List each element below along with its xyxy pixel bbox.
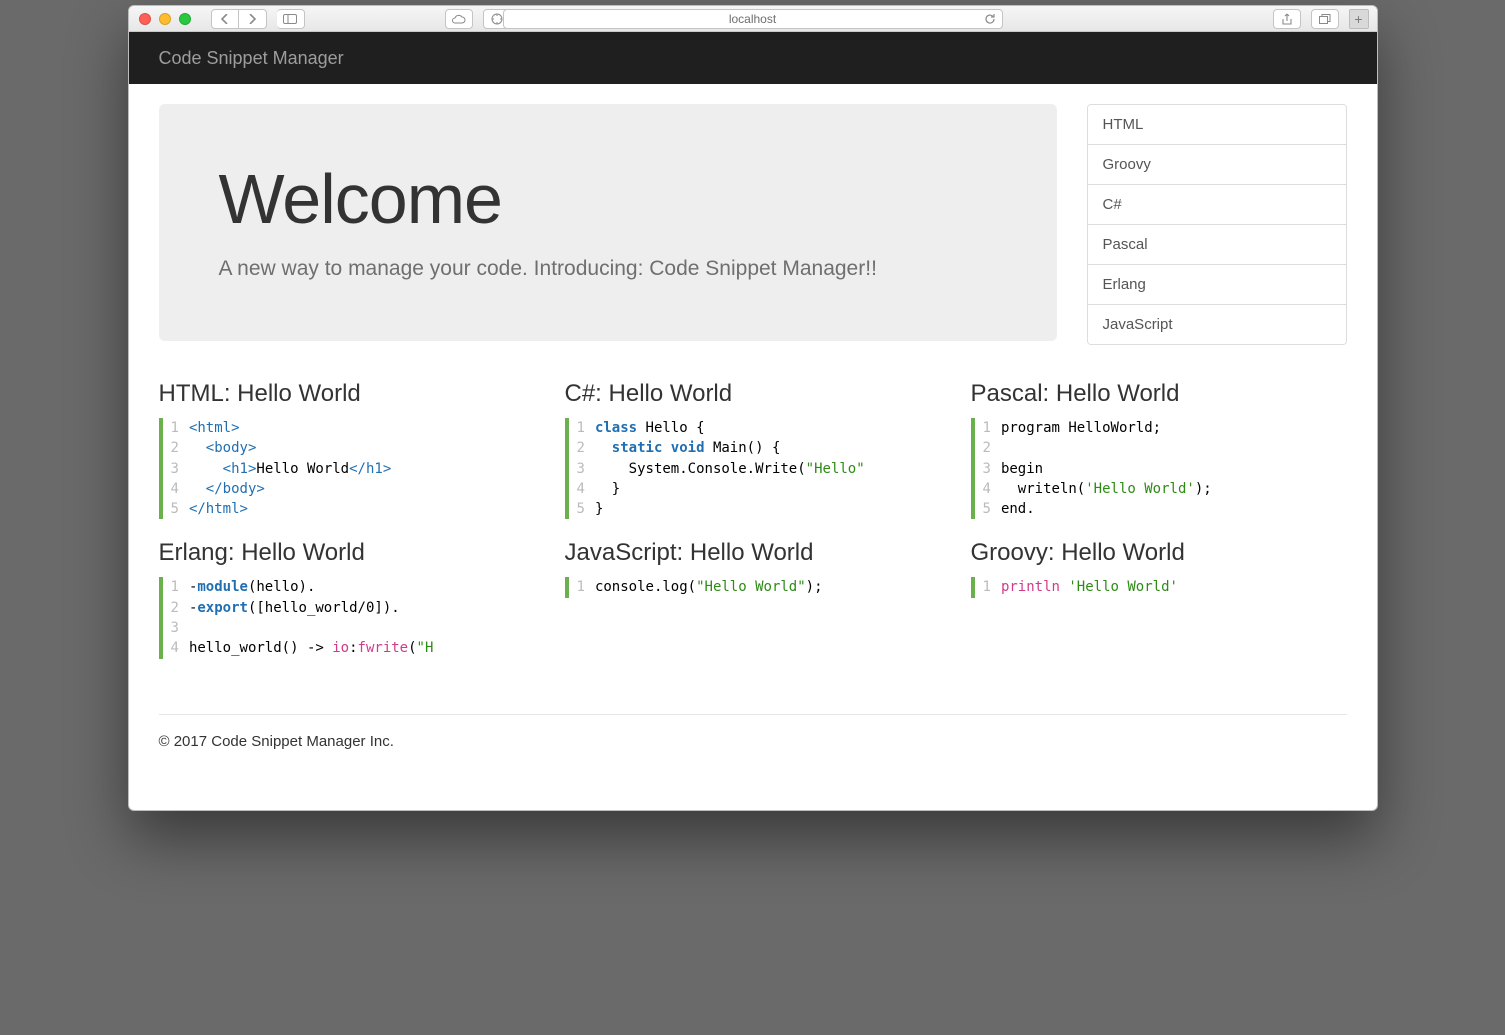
hero-jumbotron: Welcome A new way to manage your code. I… — [159, 104, 1057, 341]
new-tab-button[interactable]: + — [1349, 9, 1369, 29]
icloud-tabs-button[interactable] — [445, 9, 473, 29]
line-numbers: 1 2 3 4 5 — [569, 418, 595, 519]
cloud-icon — [451, 14, 467, 24]
snippet-title: Erlang: Hello World — [159, 539, 535, 567]
code-body: class Hello { static void Main() { Syste… — [595, 418, 865, 519]
snippet-title: JavaScript: Hello World — [565, 539, 941, 567]
language-item[interactable]: Pascal — [1088, 225, 1346, 265]
sidebar-icon — [283, 14, 297, 24]
snippet-card: Erlang: Hello World 1 2 3 4-module(hello)… — [159, 539, 535, 658]
brand-text[interactable]: Code Snippet Manager — [159, 48, 344, 69]
code-body: println 'Hello World' — [1001, 577, 1178, 597]
compass-icon — [491, 13, 503, 25]
code-body: program HelloWorld; begin writeln('Hello… — [1001, 418, 1212, 519]
plus-icon: + — [1354, 11, 1362, 27]
snippet-title: HTML: Hello World — [159, 380, 535, 408]
code-block: 1println 'Hello World' — [971, 577, 1347, 597]
code-block: 1 2 3 4 5program HelloWorld; begin write… — [971, 418, 1347, 519]
line-numbers: 1 2 3 4 5 — [163, 418, 189, 519]
minimize-window-button[interactable] — [159, 13, 171, 25]
language-item[interactable]: Erlang — [1088, 265, 1346, 305]
nav-back-forward — [211, 9, 267, 29]
language-item[interactable]: JavaScript — [1088, 305, 1346, 344]
back-button[interactable] — [211, 9, 239, 29]
snippet-card: C#: Hello World 1 2 3 4 5class Hello { st… — [565, 380, 941, 519]
code-block: 1 2 3 4 5<html> <body> <h1>Hello World</… — [159, 418, 535, 519]
address-text: localhost — [729, 12, 776, 26]
sidebar-toggle-button[interactable] — [277, 9, 305, 29]
browser-titlebar: localhost + — [129, 6, 1377, 32]
tabs-icon — [1319, 14, 1331, 24]
code-body: <html> <body> <h1>Hello World</h1> </bod… — [189, 418, 391, 519]
reload-button[interactable] — [984, 13, 996, 25]
language-item[interactable]: C# — [1088, 185, 1346, 225]
snippet-card: HTML: Hello World 1 2 3 4 5<html> <body> … — [159, 380, 535, 519]
chevron-right-icon — [248, 14, 256, 24]
footer-divider — [159, 714, 1347, 715]
chevron-left-icon — [221, 14, 229, 24]
code-body: -module(hello). -export([hello_world/0])… — [189, 577, 433, 658]
language-list: HTMLGroovyC#PascalErlangJavaScript — [1087, 104, 1347, 345]
language-item[interactable]: Groovy — [1088, 145, 1346, 185]
share-icon — [1282, 13, 1292, 25]
page-container: Welcome A new way to manage your code. I… — [129, 84, 1377, 810]
snippet-card: Groovy: Hello World 1println 'Hello World… — [971, 539, 1347, 658]
tabs-button[interactable] — [1311, 9, 1339, 29]
code-block: 1 2 3 4 5class Hello { static void Main(… — [565, 418, 941, 519]
browser-window: localhost + Code Snippet Manager Welcome… — [128, 5, 1378, 811]
snippet-title: Pascal: Hello World — [971, 380, 1347, 408]
line-numbers: 1 — [569, 577, 595, 597]
code-block: 1 2 3 4-module(hello). -export([hello_wo… — [159, 577, 535, 658]
forward-button[interactable] — [239, 9, 267, 29]
snippet-grid: HTML: Hello World1 2 3 4 5<html> <body> … — [159, 380, 1347, 659]
snippet-card: Pascal: Hello World 1 2 3 4 5program Hell… — [971, 380, 1347, 519]
line-numbers: 1 2 3 4 — [163, 577, 189, 658]
site-navbar: Code Snippet Manager — [129, 32, 1377, 84]
footer-text: © 2017 Code Snippet Manager Inc. — [159, 733, 1347, 780]
code-block: 1console.log("Hello World"); — [565, 577, 941, 597]
snippet-title: Groovy: Hello World — [971, 539, 1347, 567]
zoom-window-button[interactable] — [179, 13, 191, 25]
language-item[interactable]: HTML — [1088, 105, 1346, 145]
close-window-button[interactable] — [139, 13, 151, 25]
line-numbers: 1 2 3 4 5 — [975, 418, 1001, 519]
hero-title: Welcome — [219, 159, 997, 239]
snippet-card: JavaScript: Hello World 1console.log("Hel… — [565, 539, 941, 658]
address-bar[interactable]: localhost — [503, 9, 1003, 29]
share-button[interactable] — [1273, 9, 1301, 29]
snippet-title: C#: Hello World — [565, 380, 941, 408]
reload-icon — [984, 13, 996, 25]
window-controls — [139, 13, 191, 25]
line-numbers: 1 — [975, 577, 1001, 597]
code-body: console.log("Hello World"); — [595, 577, 823, 597]
hero-subtitle: A new way to manage your code. Introduci… — [219, 257, 997, 281]
